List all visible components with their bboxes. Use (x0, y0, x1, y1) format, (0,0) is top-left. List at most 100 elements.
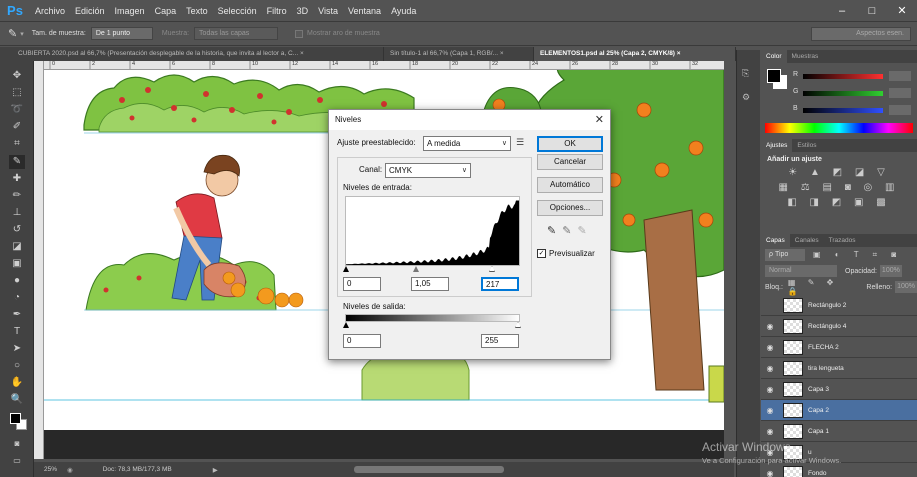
preset-menu-icon[interactable]: ☰ (516, 137, 524, 148)
slider-value-field[interactable] (889, 71, 911, 81)
menu-filtro[interactable]: Filtro (262, 0, 292, 22)
output-black-field[interactable]: 0 (343, 334, 381, 348)
black-point-eyedropper-icon[interactable]: ✎ (547, 225, 562, 237)
menu-archivo[interactable]: Archivo (30, 0, 70, 22)
quick-select-tool-icon[interactable]: ✐ (9, 120, 25, 134)
status-arrow-icon[interactable]: ▶ (213, 466, 218, 474)
status-menu-icon[interactable]: ◉ (67, 466, 73, 474)
layer-row[interactable]: ◉ Capa 3 (761, 379, 917, 400)
hand-tool-icon[interactable]: ✋ (9, 376, 25, 390)
dodge-tool-icon[interactable]: ◔ (9, 291, 25, 305)
color-slider-b[interactable]: B (793, 105, 913, 117)
dialog-close-button[interactable]: ✕ (595, 113, 604, 126)
history-panel-icon[interactable]: ⎘ (742, 68, 749, 79)
move-tool-icon[interactable]: ✥ (9, 69, 25, 83)
layer-visibility-eye-icon[interactable]: ◉ (761, 343, 779, 352)
tab-ajustes[interactable]: Ajustes (761, 139, 793, 152)
menu-ventana[interactable]: Ventana (343, 0, 386, 22)
ellipse-tool-icon[interactable]: ○ (9, 359, 25, 373)
tab-trazados[interactable]: Trazados (824, 234, 861, 247)
tab-muestras[interactable]: Muestras (787, 50, 824, 63)
preset-select[interactable]: A medida ∨ (423, 136, 511, 151)
slider-value-field[interactable] (889, 105, 911, 115)
eyedropper-tool-icon[interactable]: ✎ (8, 27, 17, 40)
output-white-field[interactable]: 255 (481, 334, 519, 348)
properties-panel-icon[interactable]: ⚙ (742, 92, 750, 103)
zoom-tool-icon[interactable]: 🔍 (9, 393, 25, 407)
menu-seleccion[interactable]: Selección (213, 0, 262, 22)
sample-size-select[interactable]: De 1 punto (90, 27, 153, 40)
sample-select[interactable]: Todas las capas (194, 27, 279, 40)
tab-color[interactable]: Color (761, 50, 787, 63)
tab-canales[interactable]: Canales (790, 234, 824, 247)
tab-capas[interactable]: Capas (761, 234, 790, 247)
menu-imagen[interactable]: Imagen (110, 0, 150, 22)
color-slider-g[interactable]: G (793, 88, 913, 100)
layer-visibility-eye-icon[interactable]: ◉ (761, 322, 779, 331)
input-white-field[interactable]: 217 (481, 277, 519, 291)
workspace-select[interactable]: Aspectos esen. (811, 27, 911, 41)
input-black-slider[interactable] (343, 266, 349, 272)
channel-select[interactable]: CMYK ∨ (385, 163, 471, 178)
color-spectrum[interactable] (765, 123, 913, 133)
gradient-tool-icon[interactable]: ▣ (9, 257, 25, 271)
layer-kind-filter[interactable]: ρ Tipo (765, 249, 805, 261)
slider-track[interactable] (803, 91, 883, 96)
layer-row[interactable]: ◉ Capa 2 (761, 400, 917, 421)
menu-texto[interactable]: Texto (181, 0, 213, 22)
blend-mode-select[interactable]: Normal (765, 265, 837, 277)
eraser-tool-icon[interactable]: ◪ (9, 240, 25, 254)
crop-tool-icon[interactable]: ⌗ (9, 137, 25, 151)
menu-capa[interactable]: Capa (150, 0, 182, 22)
options-button[interactable]: Opciones... (537, 200, 603, 216)
input-black-field[interactable]: 0 (343, 277, 381, 291)
layer-visibility-eye-icon[interactable]: ▫ (761, 301, 779, 310)
color-slider-r[interactable]: R (793, 71, 913, 83)
marquee-tool-icon[interactable]: ⬚ (9, 86, 25, 100)
tab-elementos1[interactable]: ELEMENTOS1.psd al 25% (Capa 2, CMYK/8) × (534, 47, 736, 61)
auto-button[interactable]: Automático (537, 177, 603, 193)
layer-row[interactable]: ◉ Capa 1 (761, 421, 917, 442)
clone-stamp-icon[interactable]: ⊥ (9, 206, 25, 220)
lasso-tool-icon[interactable]: ➰ (9, 103, 25, 117)
layer-row[interactable]: ◉ tira lengueta (761, 358, 917, 379)
layer-visibility-eye-icon[interactable]: ◉ (761, 406, 779, 415)
path-select-icon[interactable]: ➤ (9, 342, 25, 356)
preview-checkbox[interactable]: ✓ (537, 249, 546, 258)
zoom-level[interactable]: 25% (44, 466, 57, 473)
fill-field[interactable]: 100% (895, 281, 917, 293)
menu-3d[interactable]: 3D (292, 0, 314, 22)
close-window-button[interactable]: ✕ (887, 0, 917, 22)
layer-visibility-eye-icon[interactable]: ◉ (761, 469, 779, 477)
menu-vista[interactable]: Vista (313, 0, 343, 22)
output-white-slider[interactable] (515, 322, 521, 328)
menu-edicion[interactable]: Edición (70, 0, 110, 22)
layer-row[interactable]: ◉ Fondo (761, 463, 917, 477)
pen-tool-icon[interactable]: ✒ (9, 308, 25, 322)
type-tool-icon[interactable]: T (9, 325, 25, 339)
preview-checkbox-row[interactable]: ✓ Previsualizar (537, 249, 595, 258)
foreground-color-swatch[interactable] (10, 413, 21, 424)
brush-tool-icon[interactable]: ✏ (9, 189, 25, 203)
eyedropper-icon[interactable]: ✎ (9, 155, 25, 169)
show-ring-checkbox[interactable] (295, 29, 304, 38)
blur-tool-icon[interactable]: ● (9, 274, 25, 288)
layer-row[interactable]: ◉ FLECHA 2 (761, 337, 917, 358)
input-gamma-field[interactable]: 1,05 (411, 277, 449, 291)
layer-row[interactable]: ◉ Rectángulo 4 (761, 316, 917, 337)
layer-filter-icons[interactable]: ▣ ◐ T ⌗ ◙ (813, 250, 902, 260)
cancel-button[interactable]: Cancelar (537, 154, 603, 170)
slider-track[interactable] (803, 108, 883, 113)
lock-icons[interactable]: ▦ ✎ ✥ 🔒 (788, 278, 857, 296)
gray-point-eyedropper-icon[interactable]: ✎ (562, 225, 577, 237)
horizontal-scrollbar[interactable] (354, 466, 504, 473)
slider-track[interactable] (803, 74, 883, 79)
opacity-field[interactable]: 100% (879, 265, 902, 277)
quick-mask-icon[interactable]: ◙ (9, 437, 25, 451)
tab-cubierta[interactable]: CUBIERTA 2020.psd al 66,7% (Presentación… (12, 47, 384, 61)
layer-visibility-eye-icon[interactable]: ◉ (761, 427, 779, 436)
tab-estilos[interactable]: Estilos (792, 139, 821, 152)
color-foreground-swatch[interactable] (767, 69, 781, 83)
tab-sin-titulo[interactable]: Sin título-1 al 66,7% (Capa 1, RGB/... × (384, 47, 534, 61)
slider-value-field[interactable] (889, 88, 911, 98)
